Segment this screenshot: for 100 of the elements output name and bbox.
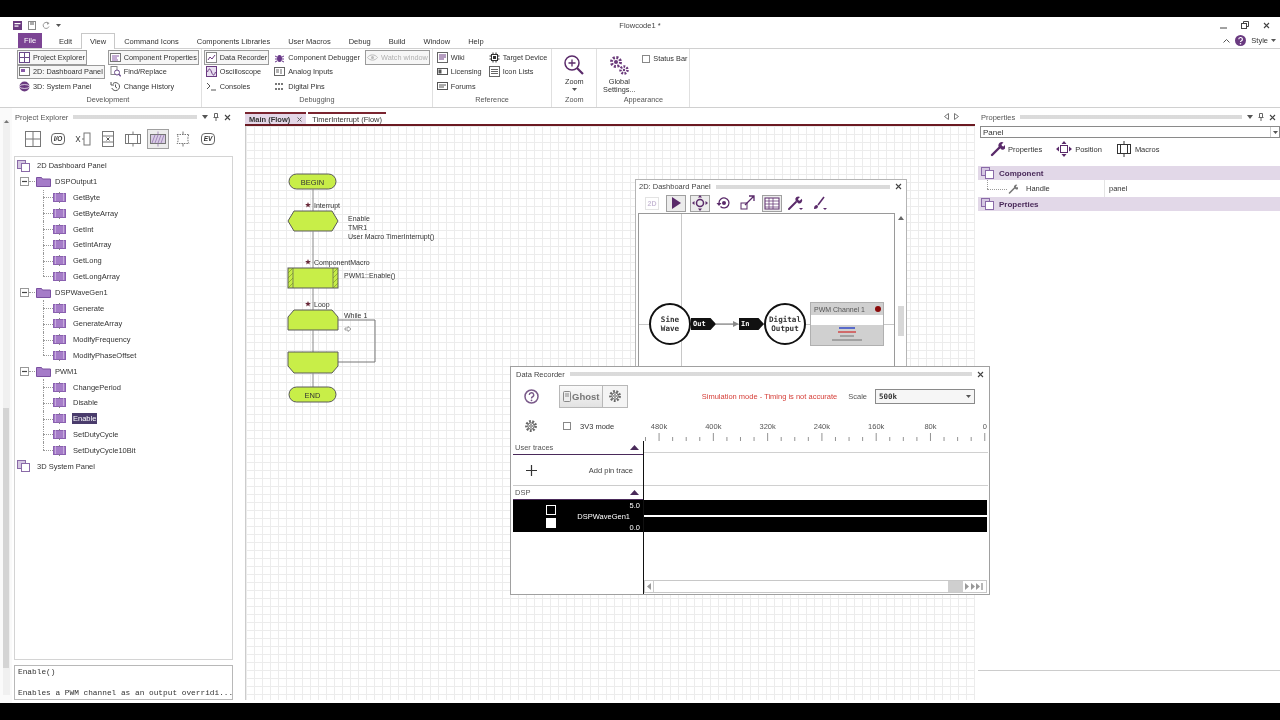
folder-icon — [36, 365, 51, 377]
caret-icon[interactable] — [202, 115, 208, 119]
close-icon[interactable] — [1263, 21, 1270, 29]
connector-line — [312, 372, 314, 388]
history-icon — [109, 80, 121, 92]
collapse-icon[interactable] — [20, 366, 29, 376]
skip-end-icon[interactable] — [971, 583, 984, 590]
stacked-squares-icon — [17, 159, 30, 172]
close-icon[interactable] — [297, 116, 303, 122]
close-icon[interactable] — [1269, 113, 1276, 121]
help-icon[interactable] — [1235, 35, 1247, 46]
section-title: Component — [999, 168, 1044, 178]
collapse-icon[interactable] — [630, 445, 639, 450]
gears-icon — [608, 54, 631, 76]
caret-icon — [571, 88, 577, 91]
toolbar-button[interactable] — [786, 194, 806, 212]
hatched-block-icon — [53, 444, 66, 456]
hatched-block-icon — [150, 131, 166, 147]
right-arrow-icon[interactable] — [965, 583, 969, 590]
toolbar-button[interactable] — [22, 129, 44, 149]
pin-icon[interactable] — [1258, 113, 1264, 121]
hatched-block-icon — [53, 349, 66, 361]
block-icon — [125, 131, 141, 147]
selector-dropdown[interactable]: Panel — [980, 126, 1280, 138]
toolbar-button[interactable] — [122, 129, 144, 149]
right-arrow-icon[interactable] — [954, 112, 959, 120]
window-gripper[interactable] — [569, 372, 972, 376]
wrench-icon — [787, 195, 805, 211]
card-icon — [436, 66, 448, 78]
document-icon — [436, 51, 448, 63]
toolbar-button[interactable] — [666, 194, 686, 212]
settings-button[interactable] — [603, 384, 629, 408]
connector-line — [312, 230, 314, 269]
close-icon[interactable] — [977, 370, 984, 378]
checkbox[interactable] — [642, 54, 651, 63]
window-gripper[interactable] — [715, 184, 890, 189]
move-icon — [1056, 141, 1073, 157]
hatched-block-icon — [53, 255, 66, 267]
restore-icon[interactable] — [1241, 21, 1249, 29]
chart-icon — [205, 51, 217, 63]
hatched-block-icon — [53, 381, 66, 393]
left-arrow-icon[interactable] — [944, 112, 949, 120]
color-swatch-icon[interactable] — [546, 517, 556, 528]
gear-icon — [608, 389, 623, 403]
block-icon — [1115, 141, 1132, 157]
connector-line — [312, 188, 314, 212]
plus-icon — [526, 464, 537, 476]
grid-icon — [25, 131, 41, 147]
interrupt-node[interactable] — [287, 210, 339, 232]
save-icon[interactable] — [28, 20, 36, 30]
close-icon[interactable] — [224, 113, 231, 121]
up-arrow-icon[interactable] — [898, 216, 904, 220]
caret-icon[interactable] — [1247, 115, 1253, 119]
hatched-block-icon — [53, 192, 66, 203]
list-icon — [488, 66, 500, 78]
help-icon[interactable] — [524, 388, 539, 404]
redo-icon[interactable] — [42, 21, 50, 29]
toolbar-button[interactable] — [738, 194, 758, 212]
chevron-up-icon[interactable] — [1223, 38, 1231, 43]
section-header[interactable]: Properties — [978, 197, 1280, 211]
up-arrow-icon[interactable] — [3, 120, 9, 123]
checkbox[interactable] — [563, 422, 571, 430]
folder-icon — [36, 286, 51, 298]
arrow-icon — [344, 326, 352, 332]
star-icon — [305, 301, 311, 307]
close-icon[interactable] — [895, 183, 902, 190]
scrollbar-thumb[interactable] — [898, 306, 904, 336]
gear-icon[interactable] — [524, 419, 538, 433]
horizontal-scrollbar[interactable] — [644, 580, 987, 593]
table-icon — [763, 195, 781, 211]
scrollbar-thumb[interactable] — [3, 408, 9, 668]
caret-icon — [966, 394, 971, 398]
pin-icon[interactable] — [213, 113, 219, 121]
panel-gripper[interactable] — [73, 115, 197, 119]
window-icon — [19, 66, 30, 78]
collapse-icon[interactable] — [20, 287, 29, 297]
loop-start-node[interactable] — [287, 309, 339, 331]
toolbar-button[interactable] — [690, 194, 710, 212]
chip-icon — [488, 51, 500, 63]
form-icon — [109, 51, 121, 63]
ghost-button[interactable]: Ghost — [559, 384, 604, 408]
scrollbar-thumb[interactable] — [948, 581, 963, 592]
panel-gripper[interactable] — [1020, 115, 1242, 119]
section-header[interactable]: Component — [978, 166, 1280, 180]
collapse-icon[interactable] — [20, 177, 29, 187]
dot-grid-icon — [274, 80, 286, 92]
connector-line — [312, 329, 314, 353]
prompt-icon — [205, 80, 217, 92]
caret-icon[interactable] — [56, 23, 61, 27]
collapse-icon[interactable] — [630, 490, 639, 495]
hatched-block-icon — [53, 397, 66, 409]
scrollbar[interactable] — [2, 120, 10, 695]
left-arrow-icon[interactable] — [647, 583, 651, 590]
star-icon — [305, 202, 311, 208]
hatched-block-icon — [53, 413, 66, 425]
loop-end-node[interactable] — [287, 351, 339, 374]
grid-icon — [19, 51, 30, 63]
caret-icon — [1272, 130, 1278, 134]
folder-icon — [36, 176, 51, 188]
macro-node[interactable] — [287, 267, 339, 289]
